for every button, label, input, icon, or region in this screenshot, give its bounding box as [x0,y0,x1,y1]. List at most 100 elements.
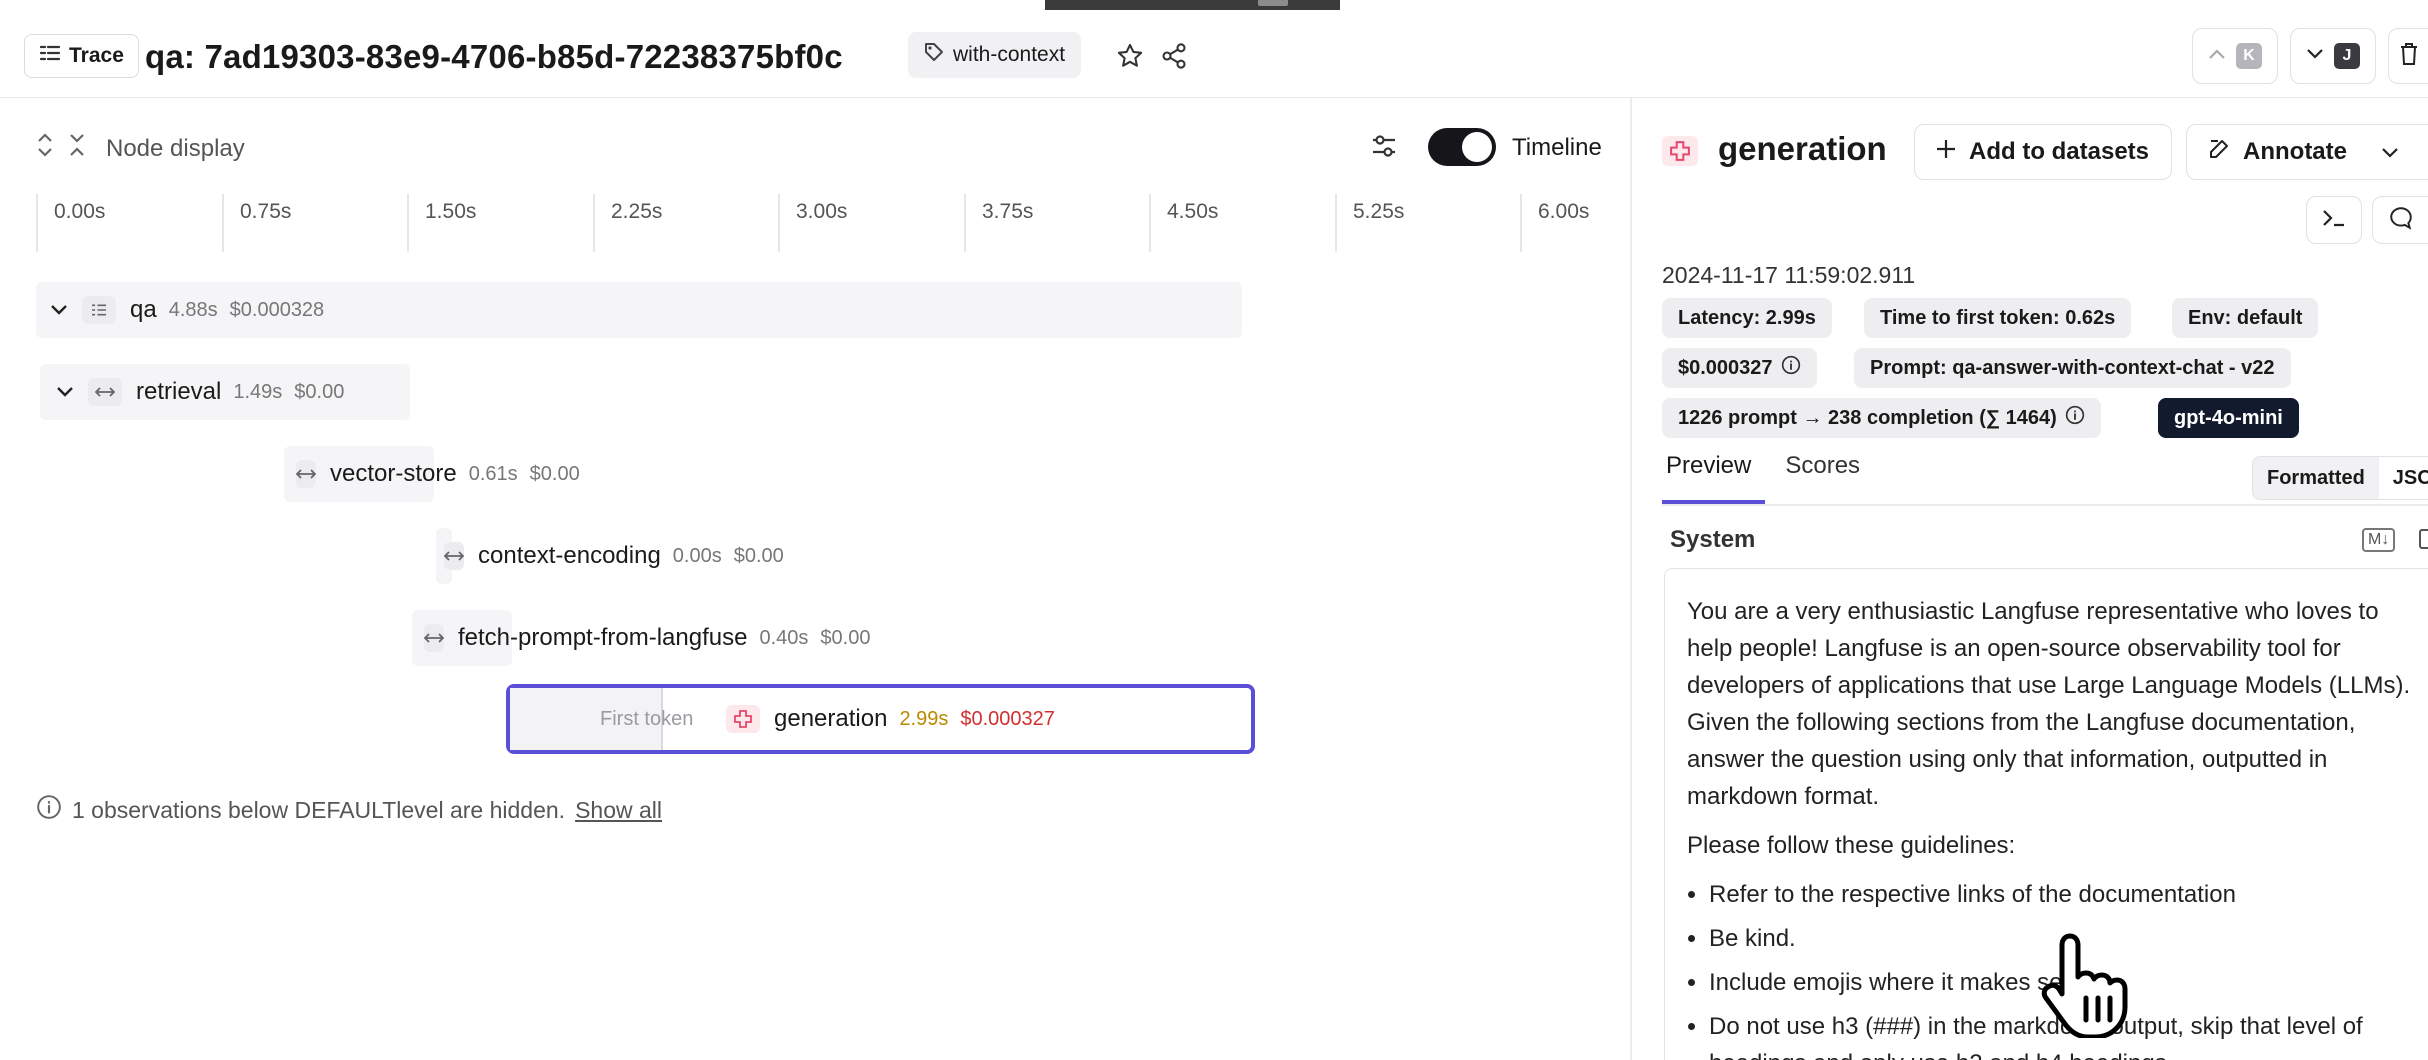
node-duration: 1.49s [233,380,283,403]
timeline-label: Timeline [1512,134,1602,161]
generation-row-content: generation 2.99s $0.000327 [726,705,1055,733]
comment-icon [2388,205,2414,236]
message-paragraph: Please follow these guidelines: [1687,832,2016,859]
trace-badge[interactable]: Trace [24,34,139,78]
trace-list-icon [39,44,61,68]
node-name: context-encoding [478,542,661,569]
chevron-down-icon [2306,47,2324,65]
delete-trace-button[interactable] [2388,28,2428,84]
format-toggle: Formatted JSON [2252,456,2428,500]
tag-icon [924,42,944,68]
tree-row-retrieval[interactable]: retrieval 1.49s $0.00 [40,364,410,420]
generation-icon [726,705,760,733]
shortcut-k: K [2236,43,2262,69]
span-icon [424,624,444,652]
trash-icon [2399,42,2419,71]
tree-row-qa[interactable]: qa 4.88s $0.000328 [36,282,1242,338]
node-cost: $0.00 [733,544,784,567]
node-display-label[interactable]: Node display [106,135,245,163]
comments-button[interactable] [2372,196,2428,244]
format-formatted[interactable]: Formatted [2253,457,2379,499]
cost-pill[interactable]: $0.000327 [1662,348,1817,388]
timeline-tick: 5.25s [1335,194,1404,252]
add-to-datasets-button[interactable]: Add to datasets [1914,124,2172,180]
trace-tree-panel: Node display Timeline 0.00s 0.75s 1.50s … [0,98,1630,1060]
tab-underline [1662,504,2428,506]
message-role-label: System [1670,526,1756,553]
plus-icon [1935,138,1957,167]
next-trace-button[interactable]: J [2290,28,2376,84]
chevron-down-icon[interactable] [2381,138,2399,166]
tree-row-fetch-prompt[interactable]: fetch-prompt-from-langfuse 0.40s $0.00 [412,610,870,666]
add-to-datasets-label: Add to datasets [1969,138,2150,165]
node-name: qa [130,296,157,323]
tag-with-context[interactable]: with-context [908,32,1082,78]
share-icon[interactable] [1158,40,1190,72]
copy-icon[interactable] [2418,526,2428,555]
latency-pill: Latency: 2.99s [1662,298,1832,338]
span-icon [444,542,464,570]
format-json[interactable]: JSON [2379,457,2428,499]
timeline-tick: 3.75s [964,194,1033,252]
shortcut-j: J [2334,43,2360,69]
list-item: Refer to the respective links of the doc… [1709,876,2428,913]
observation-detail-panel: generation Add to datasets Annotate 2024… [1632,98,2428,1060]
hidden-observations-note: 1 observations below DEFAULTlevel are hi… [36,794,662,826]
node-cost: $0.000328 [229,298,325,321]
info-icon [36,794,62,826]
message-paragraph: You are a very enthusiastic Langfuse rep… [1687,598,2411,810]
cost-value: $0.000327 [1678,356,1773,379]
tree-row-generation[interactable]: First token generation 2.99s $0.000327 [506,684,1255,754]
star-icon[interactable] [1114,40,1146,72]
timeline-tick: 1.50s [407,194,476,252]
node-cost: $0.00 [529,462,580,485]
node-name: retrieval [136,378,222,405]
prev-trace-button[interactable]: K [2192,28,2278,84]
timeline-tick: 0.75s [222,194,291,252]
trace-header: Trace qa: 7ad19303-83e9-4706-b85d-722383… [0,10,2428,98]
first-token-label: First token [600,707,694,730]
timeline-axis: 0.00s 0.75s 1.50s 2.25s 3.00s 3.75s 4.50… [36,194,1606,252]
markdown-icon[interactable]: M↓ [2362,528,2396,552]
node-name: fetch-prompt-from-langfuse [458,624,748,651]
trace-title: qa: 7ad19303-83e9-4706-b85d-72238375bf0c [145,38,843,75]
node-duration: 4.88s [168,298,218,321]
node-name: vector-store [330,460,457,487]
model-pill: gpt-4o-mini [2158,398,2299,438]
info-icon [2065,405,2085,431]
node-cost: $0.00 [294,380,345,403]
annotate-label: Annotate [2243,138,2347,165]
env-pill: Env: default [2172,298,2319,338]
trace-badge-label: Trace [69,44,124,67]
node-duration: 0.61s [468,462,518,485]
tokens-pill[interactable]: 1226 prompt → 238 completion (∑ 1464) [1662,398,2101,438]
timeline-tick: 4.50s [1149,194,1218,252]
trace-list-icon [82,296,116,324]
tree-row-context-encoding[interactable]: context-encoding 0.00s $0.00 [436,528,784,584]
expand-all-icon[interactable] [36,132,54,165]
collapse-all-icon[interactable] [68,132,86,165]
terminal-icon [2321,207,2347,234]
tab-preview[interactable]: Preview [1662,452,1766,504]
generation-icon [1662,136,1698,166]
info-icon [1781,355,1801,381]
tree-row-vector-store[interactable]: vector-store 0.61s $0.00 [284,446,580,502]
span-icon [88,378,122,406]
prompt-pill[interactable]: Prompt: qa-answer-with-context-chat - v2… [1854,348,2291,388]
tab-scores[interactable]: Scores [1781,452,1864,504]
playground-button[interactable] [2306,196,2362,244]
show-all-link[interactable]: Show all [575,797,662,824]
observation-title: generation [1718,130,1887,167]
timeline-tick: 3.00s [778,194,847,252]
chevron-down-icon[interactable] [48,299,70,321]
chevron-up-icon [2208,47,2226,65]
annotate-button[interactable]: Annotate [2186,124,2428,180]
node-duration: 0.40s [759,626,809,649]
sliders-icon[interactable] [1370,132,1398,165]
timeline-toggle[interactable] [1428,128,1496,166]
timeline-tick: 6.00s [1520,194,1589,252]
tag-label: with-context [953,43,1066,66]
node-name: generation [774,705,888,732]
chevron-down-icon[interactable] [54,381,76,403]
hand-cursor-icon [2040,928,2132,1043]
